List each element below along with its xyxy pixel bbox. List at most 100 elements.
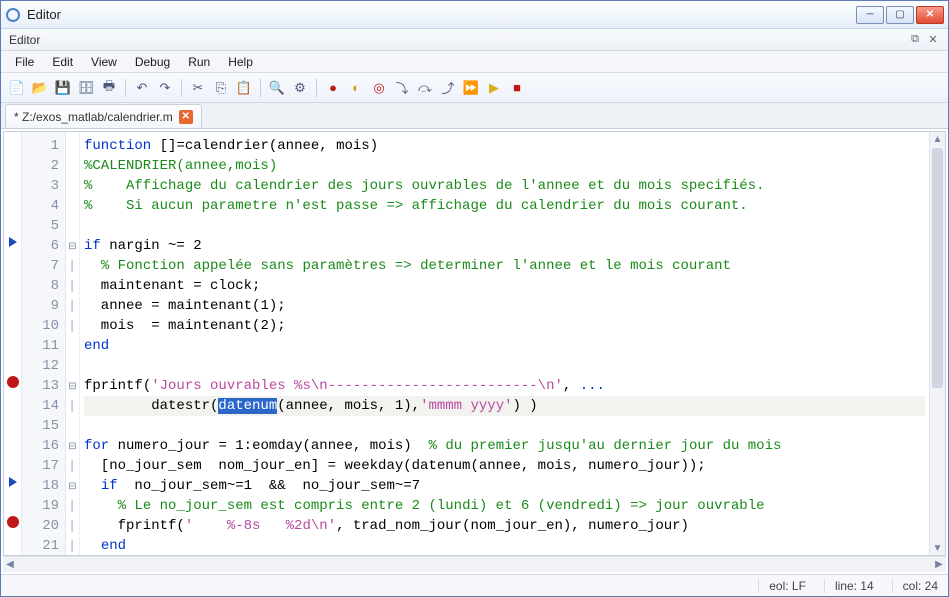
copy-icon[interactable]: ⎘ bbox=[211, 78, 231, 98]
cut-icon[interactable]: ✂ bbox=[188, 78, 208, 98]
fold-marker[interactable]: ⊟ bbox=[66, 476, 79, 496]
menu-view[interactable]: View bbox=[83, 53, 125, 71]
step-over-icon[interactable]: ⤼ bbox=[415, 78, 435, 98]
fold-marker[interactable] bbox=[66, 356, 79, 376]
code-line[interactable]: % Le no_jour_sem est compris entre 2 (lu… bbox=[84, 496, 925, 516]
code-line[interactable]: annee = maintenant(1); bbox=[84, 296, 925, 316]
paste-icon[interactable]: 📋 bbox=[234, 78, 254, 98]
menu-run[interactable]: Run bbox=[180, 53, 218, 71]
fold-marker[interactable] bbox=[66, 416, 79, 436]
code-line[interactable]: fprintf('Jours ouvrables %s\n-----------… bbox=[84, 376, 925, 396]
menu-debug[interactable]: Debug bbox=[127, 53, 178, 71]
tool-icon[interactable]: ⚙ bbox=[290, 78, 310, 98]
code-line[interactable]: if nargin ~= 2 bbox=[84, 236, 925, 256]
line-number[interactable]: 9 bbox=[22, 296, 59, 316]
line-number[interactable]: 11 bbox=[22, 336, 59, 356]
fold-marker[interactable] bbox=[66, 216, 79, 236]
line-number[interactable]: 8 bbox=[22, 276, 59, 296]
line-number[interactable]: 15 bbox=[22, 416, 59, 436]
code-line[interactable]: datestr(datenum(annee, mois, 1),'mmmm yy… bbox=[84, 396, 925, 416]
line-number[interactable]: 14 bbox=[22, 396, 59, 416]
tab-active[interactable]: * Z:/exos_matlab/calendrier.m ✕ bbox=[5, 104, 202, 128]
line-number[interactable]: 3 bbox=[22, 176, 59, 196]
code-line[interactable]: % Si aucun parametre n'est passe => affi… bbox=[84, 196, 925, 216]
line-number[interactable]: 20 bbox=[22, 516, 59, 536]
scroll-down-icon[interactable]: ▼ bbox=[930, 541, 945, 555]
code-line[interactable]: end bbox=[84, 336, 925, 356]
code-line[interactable]: fprintf(' %-8s %2d\n', trad_nom_jour(nom… bbox=[84, 516, 925, 536]
horizontal-scrollbar[interactable]: ◀ ▶ bbox=[3, 556, 946, 572]
code-line[interactable]: maintenant = clock; bbox=[84, 276, 925, 296]
fold-marker[interactable]: │ bbox=[66, 316, 79, 336]
fold-marker[interactable] bbox=[66, 136, 79, 156]
close-button[interactable]: ✕ bbox=[916, 6, 944, 24]
find-icon[interactable]: 🔍 bbox=[267, 78, 287, 98]
menu-file[interactable]: File bbox=[7, 53, 42, 71]
line-number[interactable]: 6 bbox=[22, 236, 59, 256]
continue-icon[interactable]: ⏩ bbox=[461, 78, 481, 98]
line-number[interactable]: 13 bbox=[22, 376, 59, 396]
line-number[interactable]: 2 bbox=[22, 156, 59, 176]
code-line[interactable] bbox=[84, 216, 925, 236]
fold-marker[interactable]: ⊟ bbox=[66, 376, 79, 396]
remove-breakpoints-icon[interactable]: ◐ bbox=[346, 78, 366, 98]
fold-marker[interactable]: │ bbox=[66, 256, 79, 276]
menu-edit[interactable]: Edit bbox=[44, 53, 81, 71]
code-area[interactable]: function []=calendrier(annee, mois)%CALE… bbox=[80, 132, 929, 555]
menu-help[interactable]: Help bbox=[220, 53, 261, 71]
titlebar[interactable]: Editor ─ ▢ ✕ bbox=[1, 1, 948, 29]
run-icon[interactable]: ▶ bbox=[484, 78, 504, 98]
fold-marker[interactable]: │ bbox=[66, 396, 79, 416]
step-out-icon[interactable]: ⤴ bbox=[438, 78, 458, 98]
print-icon[interactable]: 🖶 bbox=[99, 78, 119, 98]
line-number[interactable]: 1 bbox=[22, 136, 59, 156]
breakpoint-marker[interactable] bbox=[7, 516, 19, 528]
disable-breakpoints-icon[interactable]: ◎ bbox=[369, 78, 389, 98]
marker-column[interactable] bbox=[4, 132, 22, 555]
code-line[interactable]: % Fonction appelée sans paramètres => de… bbox=[84, 256, 925, 276]
fold-marker[interactable] bbox=[66, 336, 79, 356]
fold-marker[interactable]: │ bbox=[66, 516, 79, 536]
breakpoint-marker[interactable] bbox=[7, 376, 19, 388]
vertical-scrollbar[interactable]: ▲ ▼ bbox=[929, 132, 945, 555]
line-number[interactable]: 18 bbox=[22, 476, 59, 496]
open-file-icon[interactable]: 📂 bbox=[30, 78, 50, 98]
code-line[interactable]: mois = maintenant(2); bbox=[84, 316, 925, 336]
breakpoint-icon[interactable]: ● bbox=[323, 78, 343, 98]
step-in-icon[interactable]: ⤵ bbox=[392, 78, 412, 98]
tab-close-icon[interactable]: ✕ bbox=[179, 110, 193, 124]
fold-marker[interactable]: │ bbox=[66, 536, 79, 556]
line-number[interactable]: 19 bbox=[22, 496, 59, 516]
save-icon[interactable]: 💾 bbox=[53, 78, 73, 98]
fold-marker[interactable]: │ bbox=[66, 276, 79, 296]
fold-marker[interactable]: ⊟ bbox=[66, 436, 79, 456]
fold-marker[interactable]: │ bbox=[66, 496, 79, 516]
line-number-column[interactable]: 12345678910111213141516171819202122 bbox=[22, 132, 66, 555]
code-line[interactable]: function []=calendrier(annee, mois) bbox=[84, 136, 925, 156]
maximize-button[interactable]: ▢ bbox=[886, 6, 914, 24]
scroll-thumb[interactable] bbox=[932, 148, 943, 388]
code-line[interactable] bbox=[84, 356, 925, 376]
line-number[interactable]: 10 bbox=[22, 316, 59, 336]
scroll-up-icon[interactable]: ▲ bbox=[930, 132, 945, 146]
code-line[interactable]: % Affichage du calendrier des jours ouvr… bbox=[84, 176, 925, 196]
code-line[interactable]: for numero_jour = 1:eomday(annee, mois) … bbox=[84, 436, 925, 456]
save-all-icon[interactable]: 🗄 bbox=[76, 78, 96, 98]
minimize-button[interactable]: ─ bbox=[856, 6, 884, 24]
line-number[interactable]: 17 bbox=[22, 456, 59, 476]
redo-icon[interactable]: ↷ bbox=[155, 78, 175, 98]
undo-icon[interactable]: ↶ bbox=[132, 78, 152, 98]
fold-column[interactable]: ⊟││││⊟│⊟│⊟│││ bbox=[66, 132, 80, 555]
line-number[interactable]: 5 bbox=[22, 216, 59, 236]
new-file-icon[interactable]: 📄 bbox=[7, 78, 27, 98]
line-number[interactable]: 21 bbox=[22, 536, 59, 556]
line-number[interactable]: 7 bbox=[22, 256, 59, 276]
code-line[interactable] bbox=[84, 416, 925, 436]
fold-marker[interactable]: ⊟ bbox=[66, 236, 79, 256]
fold-marker[interactable]: │ bbox=[66, 296, 79, 316]
fold-marker[interactable] bbox=[66, 156, 79, 176]
code-line[interactable]: %CALENDRIER(annee,mois) bbox=[84, 156, 925, 176]
stop-icon[interactable]: ■ bbox=[507, 78, 527, 98]
scroll-left-icon[interactable]: ◀ bbox=[3, 557, 17, 571]
fold-marker[interactable] bbox=[66, 196, 79, 216]
